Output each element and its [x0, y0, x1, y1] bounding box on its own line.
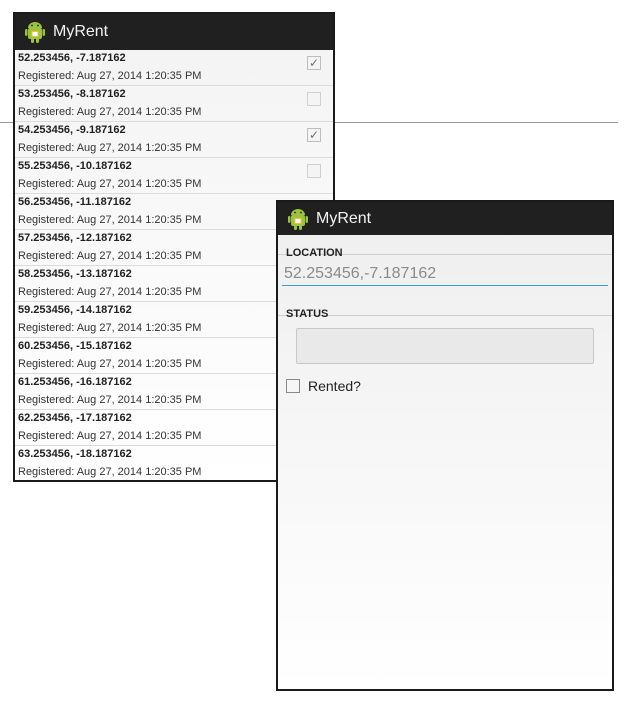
- residence-coordinates: 53.253456, -8.187162: [18, 88, 126, 100]
- residence-coordinates: 55.253456, -10.187162: [18, 160, 132, 172]
- registered-date: Registered: Aug 27, 2014 1:20:35 PM: [18, 106, 202, 118]
- residence-detail-screen: MyRent LOCATION STATUS Rented?: [276, 200, 614, 691]
- residence-coordinates: 56.253456, -11.187162: [18, 196, 132, 208]
- rented-checkbox[interactable]: [307, 92, 321, 106]
- list-item[interactable]: 52.253456, -7.187162 Registered: Aug 27, …: [15, 50, 333, 86]
- registered-date: Registered: Aug 27, 2014 1:20:35 PM: [18, 430, 202, 442]
- app-title: MyRent: [316, 209, 372, 227]
- registered-date: Registered: Aug 27, 2014 1:20:35 PM: [18, 358, 202, 370]
- registered-date: Registered: Aug 27, 2014 1:20:35 PM: [18, 178, 202, 190]
- action-bar: MyRent: [15, 14, 333, 50]
- registered-date: Registered: Aug 27, 2014 1:20:35 PM: [18, 466, 202, 478]
- app-title: MyRent: [53, 23, 109, 40]
- residence-coordinates: 59.253456, -14.187162: [18, 304, 132, 316]
- residence-coordinates: 58.253456, -13.187162: [18, 268, 132, 280]
- list-item[interactable]: 53.253456, -8.187162 Registered: Aug 27, …: [15, 86, 333, 122]
- action-bar: MyRent: [278, 202, 612, 235]
- registered-date: Registered: Aug 27, 2014 1:20:35 PM: [18, 322, 202, 334]
- list-item[interactable]: 55.253456, -10.187162 Registered: Aug 27,…: [15, 158, 333, 194]
- rented-checkbox[interactable]: [286, 379, 300, 393]
- residence-coordinates: 57.253456, -12.187162: [18, 232, 132, 244]
- status-header: STATUS: [278, 296, 612, 320]
- registered-date: Registered: Aug 27, 2014 1:20:35 PM: [18, 70, 202, 82]
- residence-coordinates: 52.253456, -7.187162: [18, 52, 126, 64]
- residence-coordinates: 63.253456, -18.187162: [18, 448, 132, 460]
- registered-date: Registered: Aug 27, 2014 1:20:35 PM: [18, 142, 202, 154]
- android-icon: [288, 208, 308, 230]
- registered-date: Registered: Aug 27, 2014 1:20:35 PM: [18, 250, 202, 262]
- registered-date: Registered: Aug 27, 2014 1:20:35 PM: [18, 286, 202, 298]
- residence-coordinates: 54.253456, -9.187162: [18, 124, 126, 136]
- residence-coordinates: 62.253456, -17.187162: [18, 412, 132, 424]
- list-item[interactable]: 54.253456, -9.187162 Registered: Aug 27, …: [15, 122, 333, 158]
- rented-checkbox[interactable]: ✓: [307, 56, 321, 70]
- location-header: LOCATION: [278, 235, 612, 259]
- registered-date: Registered: Aug 27, 2014 1:20:35 PM: [18, 394, 202, 406]
- residence-coordinates: 60.253456, -15.187162: [18, 340, 132, 352]
- status-field[interactable]: [296, 328, 594, 364]
- rented-checkbox[interactable]: ✓: [307, 128, 321, 142]
- rented-label: Rented?: [308, 378, 361, 394]
- rented-checkbox[interactable]: [307, 164, 321, 178]
- registered-date: Registered: Aug 27, 2014 1:20:35 PM: [18, 214, 202, 226]
- android-icon: [25, 21, 45, 43]
- location-input[interactable]: [282, 263, 608, 286]
- residence-coordinates: 61.253456, -16.187162: [18, 376, 132, 388]
- rented-row[interactable]: Rented?: [286, 378, 612, 394]
